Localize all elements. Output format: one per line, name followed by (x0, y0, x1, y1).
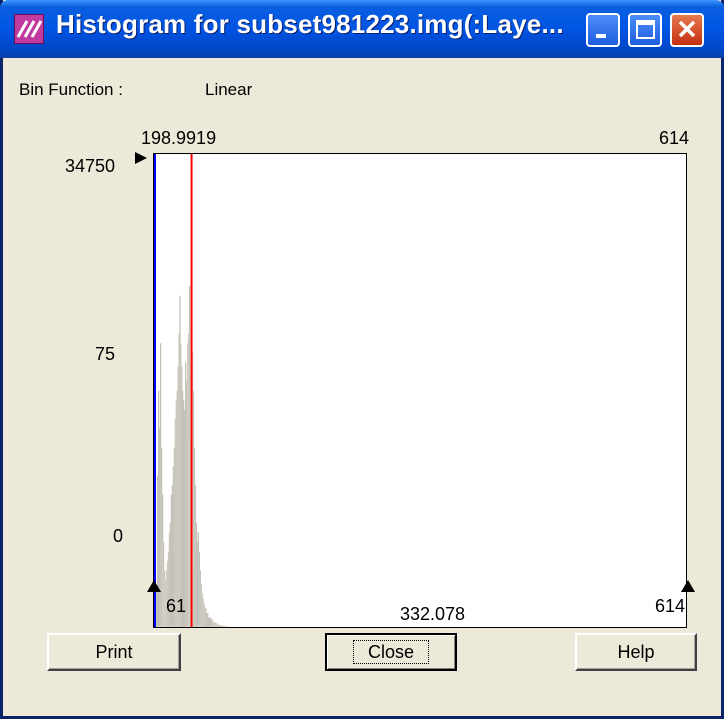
print-button[interactable]: Print (47, 633, 181, 671)
window-title: Histogram for subset981223.img(:Laye... (56, 9, 564, 39)
bin-function-label: Bin Function : (19, 80, 123, 99)
help-button[interactable]: Help (575, 633, 697, 671)
close-window-button[interactable] (670, 13, 704, 47)
right-range-slider-icon[interactable] (681, 580, 695, 592)
red-marker-value: 198.9919 (141, 128, 217, 148)
y-mid-label: 75 (95, 344, 116, 364)
close-button[interactable]: Close (325, 633, 457, 671)
dialog-body: Bin Function : Linear 198.9919 614 34750… (3, 58, 721, 716)
x-min-label: 61 (166, 596, 187, 616)
maximize-button[interactable] (628, 13, 662, 47)
left-range-slider-icon[interactable] (147, 580, 161, 592)
bin-function-value: Linear (205, 80, 253, 99)
y-max-label: 34750 (65, 156, 116, 176)
histogram-plot[interactable] (153, 153, 687, 628)
x-max-label: 614 (655, 596, 686, 616)
y-min-label: 0 (113, 526, 124, 546)
x-mid-label: 332.078 (400, 604, 466, 624)
histogram-window: Histogram for subset981223.img(:Laye... … (0, 0, 724, 719)
minimize-button[interactable] (586, 13, 620, 47)
title-bar[interactable]: Histogram for subset981223.img(:Laye... (0, 0, 724, 58)
y-max-pointer-icon[interactable] (135, 152, 147, 164)
histogram-svg (154, 154, 229, 627)
app-icon (14, 14, 44, 44)
top-right-value: 614 (659, 128, 690, 148)
